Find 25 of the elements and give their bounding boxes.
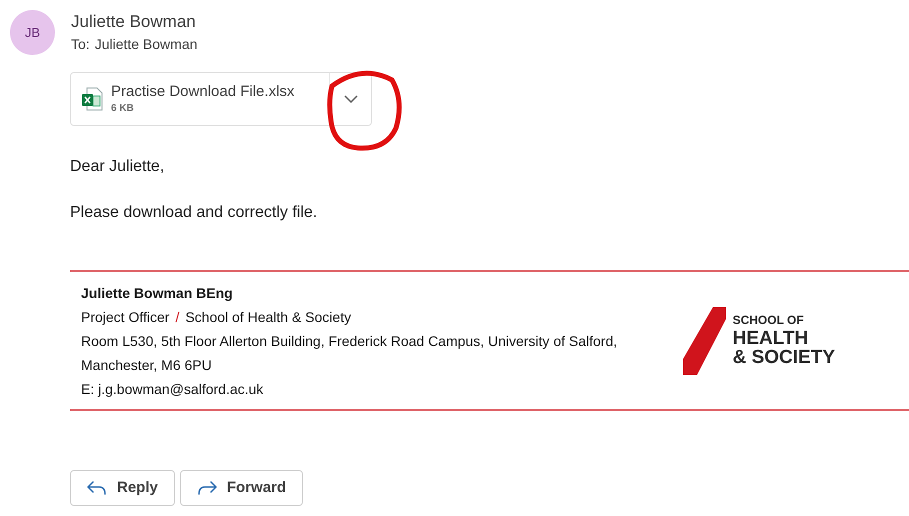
attachment-card[interactable]: Practise Download File.xlsx 6 KB: [70, 72, 372, 126]
file-size: 6 KB: [111, 102, 135, 116]
postal-address: Room L530, 5th Floor Allerton Building, Frederick Road Campus, University of Salford, Manchester, M6 6PU: [81, 332, 618, 374]
slash-logo-icon: [682, 306, 727, 374]
spreadsheet-file-icon: [81, 87, 103, 111]
logo-text: HEALTH: [732, 329, 810, 348]
logo-text: & SOCIETY: [732, 348, 835, 367]
signature-name: Juliette Bowman BEng: [81, 284, 234, 303]
chevron-down-icon: [344, 95, 358, 103]
job-title: Project Officer: [81, 308, 170, 327]
to-label: To:: [71, 35, 90, 54]
sender-name: Juliette Bowman: [71, 11, 197, 33]
department-name: School of Health & Society: [185, 308, 352, 327]
file-name: Practise Download File.xlsx: [111, 82, 294, 102]
avatar: JB: [10, 10, 55, 55]
message-paragraph: Please download and correctly file.: [70, 203, 318, 223]
message-paragraph: Dear Juliette,: [70, 157, 166, 177]
forward-icon: [196, 481, 217, 495]
reply-button[interactable]: Reply: [70, 470, 175, 506]
email-address: E: j.g.bowman@salford.ac.uk: [81, 380, 264, 399]
recipient-name: Juliette Bowman: [94, 35, 198, 54]
logo-text: SCHOOL OF: [732, 314, 805, 326]
forward-button[interactable]: Forward: [180, 470, 304, 506]
reply-icon: [87, 481, 107, 495]
separator-slash: /: [175, 308, 180, 326]
